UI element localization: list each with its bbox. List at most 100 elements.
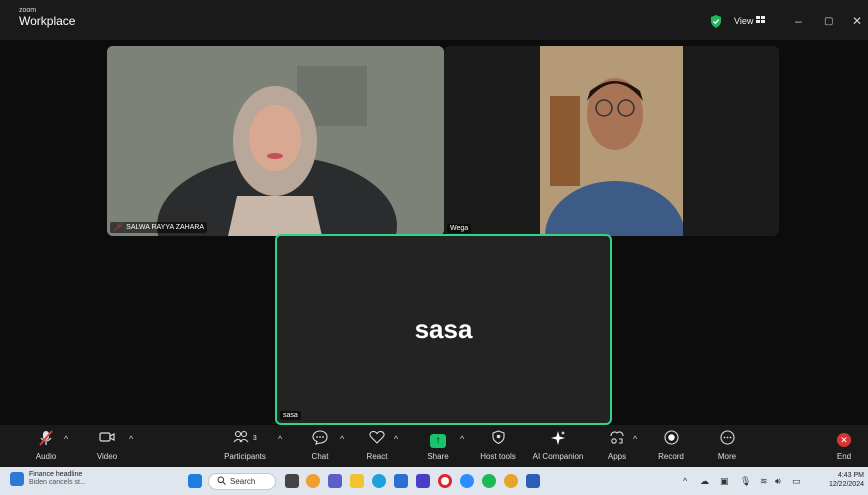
mail-icon[interactable] <box>394 474 408 488</box>
apps-button[interactable]: Apps <box>603 430 631 461</box>
chat-label: Chat <box>311 452 329 461</box>
participant-name-tag: 🎤︎ SALWA RAYYA ZAHARA <box>110 222 208 233</box>
heart-react-icon <box>362 430 392 448</box>
apps-options-caret-icon[interactable]: ^ <box>633 434 637 444</box>
zoom-logo: zoom Workplace <box>19 7 75 27</box>
audio-options-caret-icon[interactable]: ^ <box>64 434 68 444</box>
edge-browser-icon[interactable] <box>372 474 386 488</box>
muted-microphone-icon <box>30 430 62 448</box>
participant-display-name: sasa <box>414 314 473 344</box>
participants-label: Participants <box>224 452 266 461</box>
record-label: Record <box>658 452 684 461</box>
video-camera-icon <box>92 430 122 448</box>
brand-big: Workplace <box>19 14 76 28</box>
muted-mic-icon: 🎤︎ <box>113 223 124 232</box>
news-widget[interactable]: Finance headline Biden cancels st... <box>10 471 86 487</box>
participant-name: sasa <box>283 412 298 419</box>
search-icon <box>217 476 226 487</box>
clock-date: 12/22/2024 <box>828 481 864 489</box>
zoom-app-icon[interactable] <box>460 474 474 488</box>
widgets-icon[interactable] <box>306 474 320 488</box>
brand-small: zoom <box>19 7 37 14</box>
react-label: React <box>366 452 388 461</box>
participants-options-caret-icon[interactable]: ^ <box>278 434 282 444</box>
view-button[interactable]: View <box>734 14 766 28</box>
restore-button[interactable]: ▢ <box>824 14 833 28</box>
more-button[interactable]: More <box>712 430 742 461</box>
chrome-browser-icon[interactable] <box>504 474 518 488</box>
clock-time: 4:43 PM <box>837 472 864 479</box>
end-label: End <box>836 452 852 461</box>
participants-count: 3 <box>252 435 257 442</box>
news-subtitle: Biden cancels st... <box>29 479 86 487</box>
share-screen-icon: ↑ <box>430 434 446 448</box>
grid-icon <box>756 16 766 26</box>
search-label: Search <box>230 477 256 486</box>
audio-label: Audio <box>35 452 57 461</box>
wifi-icon[interactable]: ≋ <box>760 476 768 487</box>
video-tile-wega[interactable]: Wega <box>444 46 779 236</box>
more-label: More <box>717 452 737 461</box>
video-tile-sasa-active-speaker[interactable]: sasa sasa <box>275 234 612 425</box>
participant-video-feed <box>107 46 444 236</box>
close-button[interactable]: ✕ <box>852 14 862 28</box>
chat-button[interactable]: Chat <box>305 430 335 461</box>
battery-icon[interactable]: ▭ <box>792 476 801 487</box>
end-meeting-button[interactable]: ✕ End <box>830 430 858 461</box>
participant-name: SALWA RAYYA ZAHARA <box>126 224 205 231</box>
whiteboard-icon[interactable] <box>416 474 430 488</box>
view-label: View <box>734 16 754 26</box>
teams-icon[interactable] <box>328 474 342 488</box>
audio-button[interactable]: Audio <box>30 430 62 461</box>
share-button[interactable]: ↑ Share <box>422 430 454 461</box>
task-view-icon[interactable] <box>285 474 299 488</box>
tablet-icon[interactable]: ▣ <box>720 476 729 487</box>
volume-icon[interactable]: 🔊︎ <box>775 476 781 487</box>
opera-browser-icon[interactable] <box>438 474 452 488</box>
file-explorer-icon[interactable] <box>350 474 364 488</box>
video-options-caret-icon[interactable]: ^ <box>129 434 133 444</box>
ai-companion-label: AI Companion <box>532 452 584 461</box>
apps-icon <box>603 430 631 448</box>
participant-name-tag: sasa <box>280 411 301 420</box>
record-button[interactable]: Record <box>655 430 687 461</box>
chat-options-caret-icon[interactable]: ^ <box>340 434 344 444</box>
apps-label: Apps <box>607 452 627 461</box>
react-options-caret-icon[interactable]: ^ <box>394 434 398 444</box>
participant-name: Wega <box>450 225 469 232</box>
end-call-icon: ✕ <box>837 433 851 447</box>
participant-video-feed <box>540 46 685 236</box>
video-label: Video <box>96 452 118 461</box>
record-icon <box>655 430 687 448</box>
host-tools-button[interactable]: Host tools <box>475 430 521 461</box>
news-title: Finance headline <box>29 471 83 478</box>
title-bar: zoom Workplace View – ▢ ✕ <box>0 0 868 40</box>
video-button[interactable]: Video <box>92 430 122 461</box>
video-tile-salwa[interactable]: 🎤︎ SALWA RAYYA ZAHARA <box>107 46 444 236</box>
spotify-icon[interactable] <box>482 474 496 488</box>
taskbar-search[interactable]: Search <box>208 473 276 490</box>
windows-start-icon[interactable] <box>188 474 202 488</box>
share-options-caret-icon[interactable]: ^ <box>460 434 464 444</box>
meeting-stage: 🎤︎ SALWA RAYYA ZAHARA Wega sasa sasa <box>0 40 868 425</box>
word-icon[interactable] <box>526 474 540 488</box>
participant-name-tag: Wega <box>447 224 472 233</box>
news-icon <box>10 472 24 487</box>
chat-bubble-icon <box>305 430 335 448</box>
os-taskbar: Finance headline Biden cancels st... Sea… <box>0 467 868 495</box>
microphone-tray-icon[interactable]: 🎙︎ <box>740 476 751 487</box>
more-dots-icon <box>712 430 742 448</box>
minimize-button[interactable]: – <box>795 14 802 28</box>
cloud-icon[interactable]: ☁ <box>700 476 709 487</box>
security-shield-icon[interactable] <box>710 14 722 28</box>
host-tools-label: Host tools <box>480 452 516 461</box>
sparkle-icon <box>527 430 589 448</box>
host-tools-shield-icon <box>475 430 521 448</box>
tray-overflow-chevron-icon[interactable]: ^ <box>683 476 687 486</box>
participants-button[interactable]: 3 Participants <box>215 430 275 461</box>
share-label: Share <box>427 452 449 461</box>
meeting-toolbar: Audio ^ Video ^ 3 Participants ^ Chat ^ … <box>0 425 868 467</box>
ai-companion-button[interactable]: AI Companion <box>527 430 589 461</box>
react-button[interactable]: React <box>362 430 392 461</box>
system-clock[interactable]: 4:43 PM 12/22/2024 <box>818 471 864 489</box>
